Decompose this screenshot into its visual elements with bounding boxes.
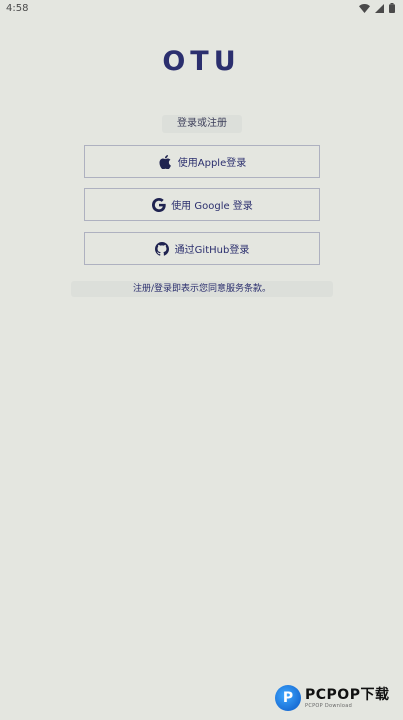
apple-login-label: 使用Apple登录 bbox=[177, 158, 247, 169]
google-login-button[interactable]: 使用 Google 登录 bbox=[84, 188, 320, 221]
status-bar: 4:58 bbox=[0, 0, 403, 16]
watermark-brand: PCPOP下载 bbox=[305, 686, 390, 703]
github-icon bbox=[155, 241, 170, 256]
login-screen: 4:58 OTU 登录或注册 使用Apple登录 使用 Google 登录 通过… bbox=[0, 0, 403, 720]
status-time: 4:58 bbox=[6, 2, 29, 14]
watermark-subtitle: PCPOP Download bbox=[305, 702, 353, 709]
battery-icon bbox=[389, 3, 395, 13]
google-login-label: 使用 Google 登录 bbox=[171, 201, 253, 212]
watermark: P PCPOP下载 PCPOP Download bbox=[275, 682, 397, 714]
apple-icon bbox=[158, 154, 173, 169]
login-section-label: 登录或注册 bbox=[162, 115, 242, 133]
apple-login-button[interactable]: 使用Apple登录 bbox=[84, 145, 320, 178]
google-icon bbox=[151, 197, 166, 212]
app-logo: OTU bbox=[162, 46, 241, 77]
wifi-icon bbox=[359, 3, 370, 13]
signal-icon bbox=[375, 3, 384, 13]
watermark-logo-icon: P bbox=[275, 685, 301, 711]
watermark-text: PCPOP下载 PCPOP Download bbox=[305, 688, 389, 709]
github-login-button[interactable]: 通过GitHub登录 bbox=[84, 232, 320, 265]
status-icons bbox=[359, 3, 395, 13]
terms-notice: 注册/登录即表示您同意服务条款。 bbox=[71, 281, 333, 297]
github-login-label: 通过GitHub登录 bbox=[174, 245, 250, 256]
